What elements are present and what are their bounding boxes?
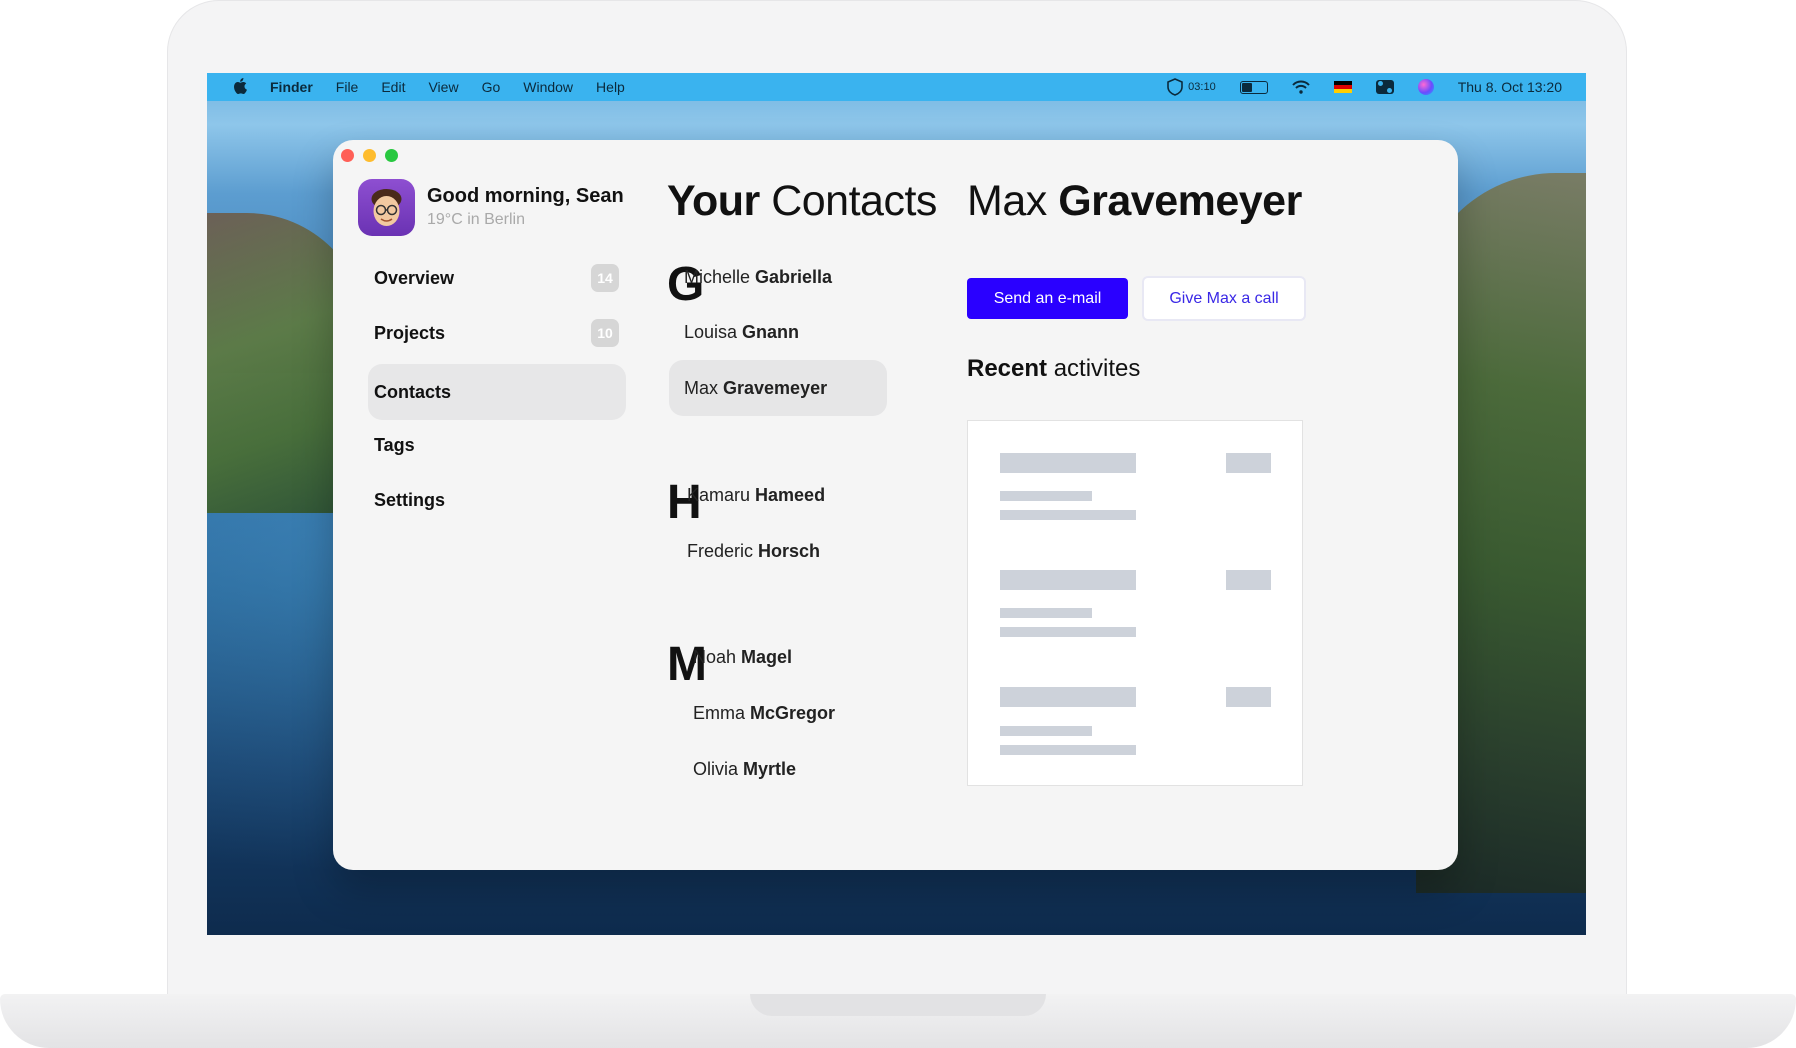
avatar[interactable] — [358, 179, 415, 236]
skeleton-line — [1000, 627, 1136, 637]
skeleton-line — [1000, 608, 1092, 618]
contact-item[interactable]: Louisa Gnann — [669, 304, 799, 360]
menu-go[interactable]: Go — [482, 79, 501, 95]
contact-first-name: Frederic — [687, 540, 754, 561]
contact-first-name: Emma — [693, 702, 746, 723]
contact-first-name: Noah — [693, 646, 737, 667]
skeleton-line — [1000, 726, 1092, 736]
weather-info: 19°C in Berlin — [427, 211, 525, 228]
contact-item[interactable]: Olivia Myrtle — [678, 741, 796, 797]
recent-heading-bold: Recent — [967, 355, 1048, 382]
menu-window[interactable]: Window — [523, 79, 573, 95]
contact-item[interactable]: Noah Magel — [678, 629, 792, 685]
contact-item[interactable]: Emma McGregor — [678, 685, 835, 741]
skeleton-title — [1000, 570, 1136, 590]
close-window-button[interactable] — [341, 149, 354, 162]
contact-last-name: Horsch — [758, 540, 821, 561]
activity-card — [967, 420, 1303, 786]
call-button[interactable]: Give Max a call — [1144, 278, 1304, 319]
screen: Finder File Edit View Go Window Help 03:… — [207, 73, 1586, 935]
contact-last-name: Hameed — [755, 484, 826, 505]
count-badge: 10 — [591, 319, 619, 347]
contact-first-name: Max — [684, 377, 719, 398]
skeleton-title — [1000, 453, 1136, 473]
send-email-button[interactable]: Send an e-mail — [967, 278, 1128, 319]
contact-last-name: Gnann — [742, 321, 800, 342]
sidebar-item-label: Overview — [374, 267, 455, 288]
contact-first-name: Olivia — [693, 758, 739, 779]
memoji-avatar-icon — [371, 189, 402, 226]
contact-last-name: Gravemeyer — [723, 377, 828, 398]
sidebar-item-overview[interactable]: Overview 14 — [368, 250, 626, 306]
contact-first-name: Kamaru — [687, 484, 751, 505]
contact-item[interactable]: Frederic Horsch — [672, 523, 820, 579]
laptop-notch — [750, 994, 1046, 1016]
sidebar-item-contacts[interactable]: Contacts — [368, 364, 626, 420]
zoom-window-button[interactable] — [385, 149, 398, 162]
siri-icon[interactable] — [1417, 79, 1434, 95]
apple-menu-icon[interactable] — [233, 77, 247, 97]
shield-icon — [1167, 78, 1183, 96]
sidebar-item-label: Tags — [374, 434, 415, 455]
skeleton-meta — [1226, 453, 1271, 473]
contact-last-name: Myrtle — [743, 758, 797, 779]
contact-last-name: Gabriella — [755, 266, 833, 287]
contacts-heading-rest: Contacts — [771, 177, 937, 225]
sidebar-item-label: Contacts — [374, 381, 452, 402]
recent-activities-heading: Recent activites — [967, 355, 1140, 383]
menu-app-name[interactable]: Finder — [270, 79, 313, 95]
control-center-icon[interactable] — [1375, 80, 1394, 94]
skeleton-line — [1000, 745, 1136, 755]
skeleton-title — [1000, 687, 1136, 707]
detail-first-name: Max — [967, 177, 1047, 225]
skeleton-line — [1000, 510, 1136, 520]
menu-bar: Finder File Edit View Go Window Help 03:… — [207, 73, 1586, 101]
battery-icon[interactable] — [1239, 80, 1268, 94]
menu-file[interactable]: File — [336, 79, 359, 95]
sidebar-item-projects[interactable]: Projects 10 — [368, 305, 626, 361]
contact-first-name: Louisa — [684, 321, 738, 342]
count-badge: 14 — [591, 264, 619, 292]
menu-help[interactable]: Help — [596, 79, 625, 95]
vpn-time: 03:10 — [1188, 81, 1216, 93]
contact-last-name: Magel — [741, 646, 793, 667]
menu-clock[interactable]: Thu 8. Oct 13:20 — [1458, 79, 1562, 95]
sidebar-item-settings[interactable]: Settings — [368, 472, 626, 528]
keyboard-flag-icon[interactable] — [1333, 81, 1352, 93]
detail-last-name: Gravemeyer — [1058, 177, 1302, 225]
sidebar-item-tags[interactable]: Tags — [368, 417, 626, 473]
vpn-status[interactable]: 03:10 — [1166, 78, 1216, 96]
contacts-heading: Your Contacts — [667, 177, 937, 226]
recent-heading-rest: activites — [1053, 355, 1141, 382]
contact-item[interactable]: Michelle Gabriella — [669, 249, 832, 305]
contacts-heading-bold: Your — [667, 177, 760, 225]
contact-item[interactable]: Kamaru Hameed — [672, 467, 825, 523]
menu-view[interactable]: View — [428, 79, 458, 95]
contact-item-selected[interactable]: Max Gravemeyer — [669, 360, 887, 416]
wifi-icon[interactable] — [1291, 80, 1310, 94]
skeleton-meta — [1226, 570, 1271, 590]
app-window: Good morning, Sean 19°C in Berlin Overvi… — [333, 140, 1458, 870]
sidebar-item-label: Settings — [374, 489, 446, 510]
skeleton-meta — [1226, 687, 1271, 707]
contact-first-name: Michelle — [684, 266, 751, 287]
skeleton-line — [1000, 491, 1092, 501]
menu-edit[interactable]: Edit — [381, 79, 405, 95]
sidebar-item-label: Projects — [374, 322, 446, 343]
minimize-window-button[interactable] — [363, 149, 376, 162]
contact-last-name: McGregor — [750, 702, 836, 723]
contact-detail-heading: Max Gravemeyer — [967, 177, 1302, 226]
greeting: Good morning, Sean — [427, 185, 624, 207]
